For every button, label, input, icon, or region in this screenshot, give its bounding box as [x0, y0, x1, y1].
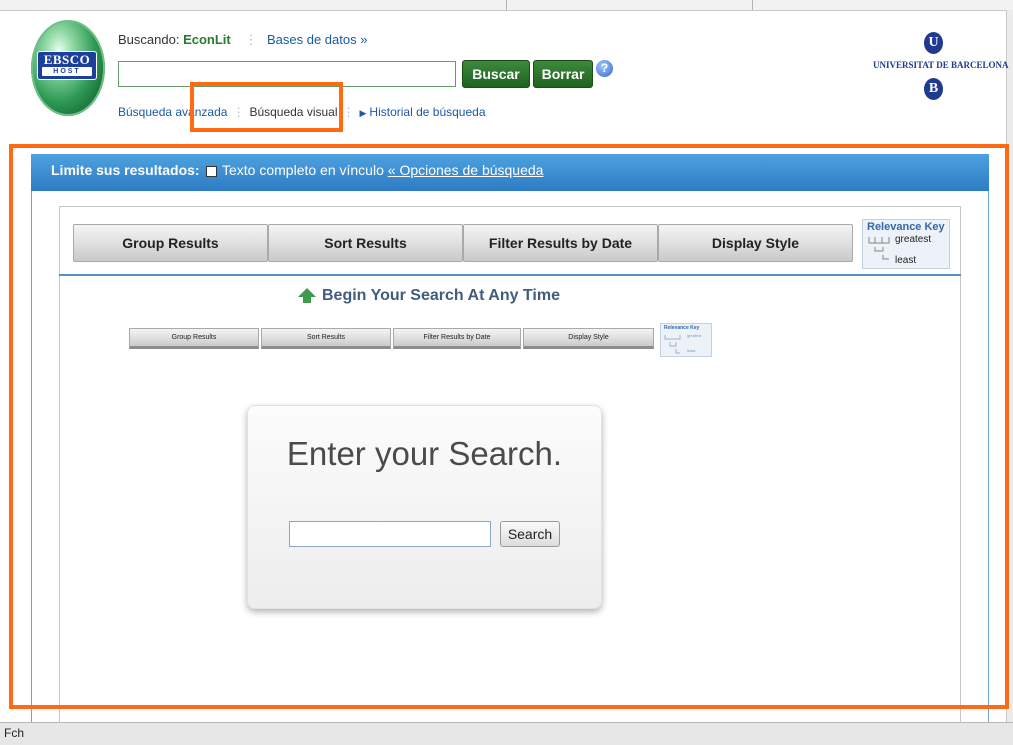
ub-logo-b: B: [924, 78, 943, 100]
triangle-right-icon: ▶: [359, 108, 367, 118]
status-bar: [0, 722, 1013, 745]
status-text: Fch: [4, 726, 25, 740]
highlight-visual-search-tab: [190, 82, 343, 132]
searching-line: Buscando: EconLit ⋮ Bases de datos »: [118, 32, 368, 47]
search-history-link[interactable]: Historial de búsqueda: [369, 105, 485, 119]
browser-top-strip: [0, 0, 1013, 11]
university-name: UNIVERSITAT DE BARCELONA: [873, 60, 1009, 70]
ebsco-logo-badge: EBSCO HOST: [37, 51, 97, 80]
database-name: EconLit: [183, 32, 231, 47]
databases-link[interactable]: Bases de datos »: [267, 32, 367, 47]
search-button[interactable]: Buscar: [462, 60, 530, 88]
highlight-content-area: [9, 144, 1009, 709]
logo-text-ebsco: EBSCO: [43, 52, 91, 67]
help-icon[interactable]: ?: [596, 60, 613, 77]
ub-logo-u: U: [924, 32, 943, 54]
logo-text-host: HOST: [42, 67, 92, 76]
clear-button[interactable]: Borrar: [533, 60, 593, 88]
searching-label: Buscando:: [118, 32, 180, 47]
